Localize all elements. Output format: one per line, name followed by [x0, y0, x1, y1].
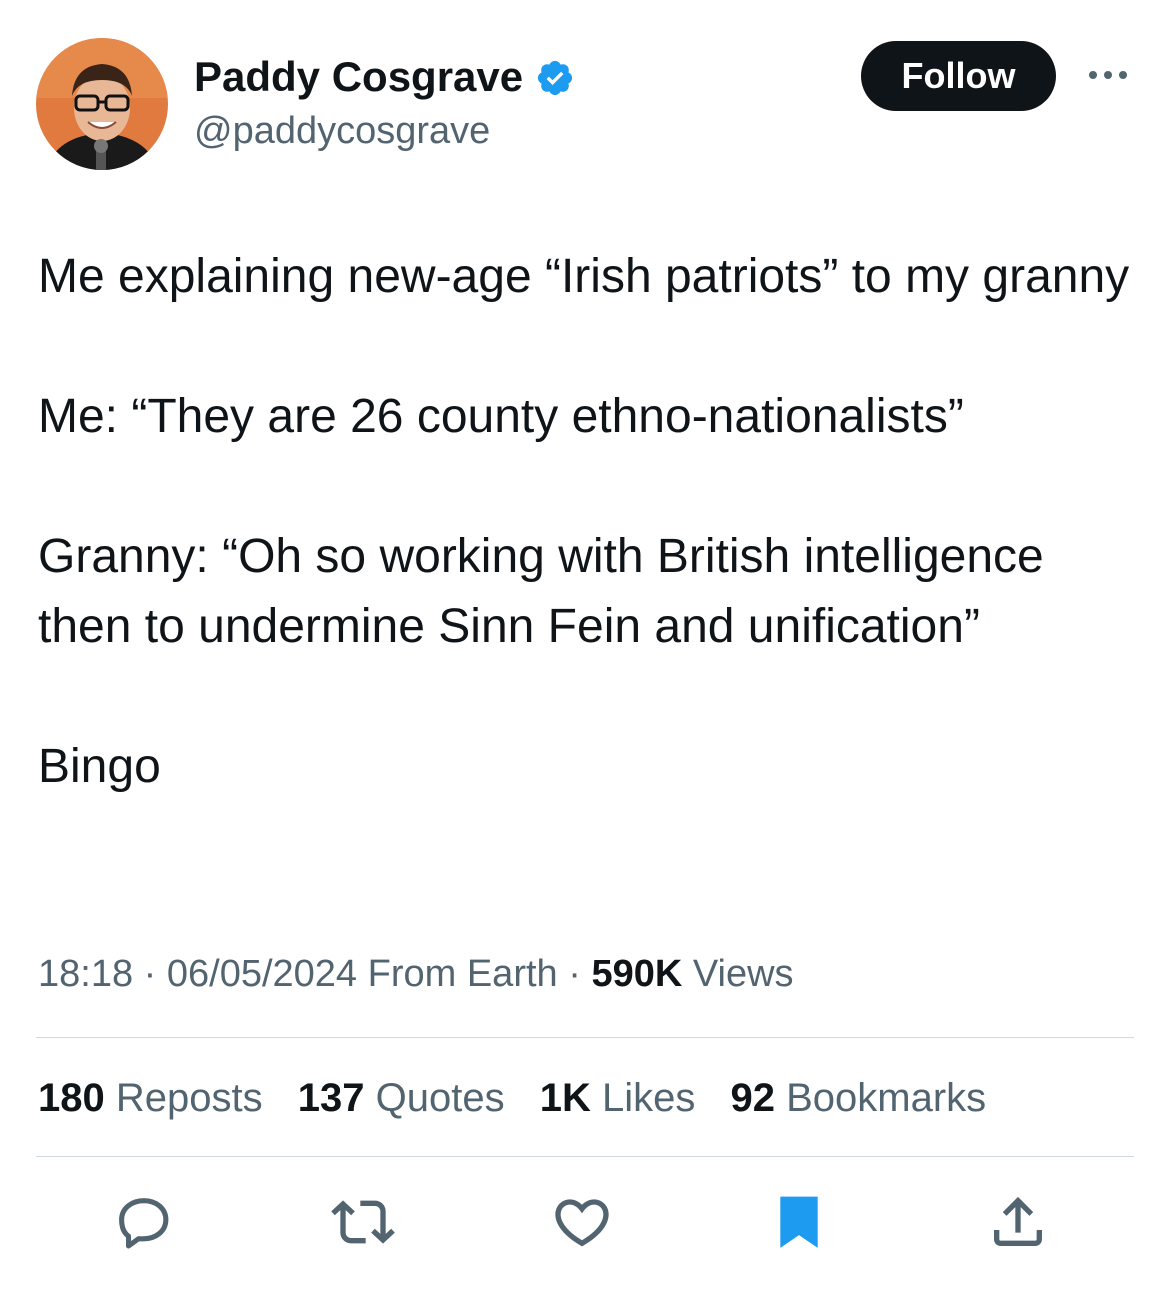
author-handle[interactable]: @paddycosgrave: [194, 106, 490, 156]
likes-count: 1K: [539, 1076, 591, 1120]
verified-badge-icon: [535, 57, 575, 97]
avatar-image: [36, 38, 168, 170]
share-button[interactable]: [986, 1190, 1050, 1254]
engagement-stats: 180 Reposts 137 Quotes 1K Likes 92 Bookm…: [38, 1073, 1010, 1123]
reply-icon: [119, 1198, 169, 1249]
quotes-count: 137: [297, 1076, 365, 1120]
tweet-text: Me explaining new-age “Irish patriots” t…: [38, 242, 1138, 802]
quotes-stat[interactable]: 137 Quotes: [298, 1073, 505, 1123]
likes-label: Likes: [601, 1076, 696, 1120]
follow-button[interactable]: Follow: [861, 41, 1056, 111]
like-button[interactable]: [550, 1190, 614, 1254]
views-count: 590K: [591, 953, 683, 995]
tweet-source: From Earth: [367, 953, 558, 995]
tweet-line: Me explaining new-age “Irish patriots” t…: [38, 250, 1130, 303]
likes-stat[interactable]: 1K Likes: [540, 1073, 696, 1123]
tweet-time[interactable]: 18:18: [38, 953, 133, 995]
quotes-label: Quotes: [375, 1076, 505, 1120]
tweet-date[interactable]: 06/05/2024: [167, 953, 357, 995]
display-name[interactable]: Paddy Cosgrave: [194, 50, 523, 104]
avatar[interactable]: [36, 38, 168, 170]
share-icon: [994, 1196, 1042, 1246]
author-name-row[interactable]: Paddy Cosgrave: [194, 50, 575, 104]
divider: [36, 1037, 1134, 1038]
bookmarks-stat[interactable]: 92 Bookmarks: [731, 1073, 987, 1123]
views-label: Views: [692, 953, 794, 995]
meta-separator: ·: [568, 953, 581, 995]
bookmarks-label: Bookmarks: [786, 1076, 987, 1120]
reposts-stat[interactable]: 180 Reposts: [38, 1073, 263, 1123]
reply-button[interactable]: [112, 1190, 176, 1254]
heart-icon: [555, 1199, 609, 1247]
tweet-line: Me: “They are 26 county ethno-nationalis…: [38, 390, 964, 443]
bookmarks-count: 92: [730, 1076, 776, 1120]
more-dots-icon[interactable]: [1086, 60, 1130, 90]
divider: [36, 1156, 1134, 1157]
repost-icon: [331, 1200, 395, 1244]
reposts-label: Reposts: [115, 1076, 263, 1120]
meta-separator: ·: [143, 953, 157, 995]
repost-button[interactable]: [331, 1190, 395, 1254]
tweet-meta: 18:18 · 06/05/2024 From Earth · 590K Vie…: [38, 950, 794, 998]
tweet-line: Bingo: [38, 740, 161, 793]
bookmark-button[interactable]: [767, 1190, 831, 1254]
tweet-line: Granny: “Oh so working with British inte…: [38, 530, 1044, 653]
bookmark-icon: [780, 1196, 818, 1248]
reposts-count: 180: [38, 1076, 105, 1120]
